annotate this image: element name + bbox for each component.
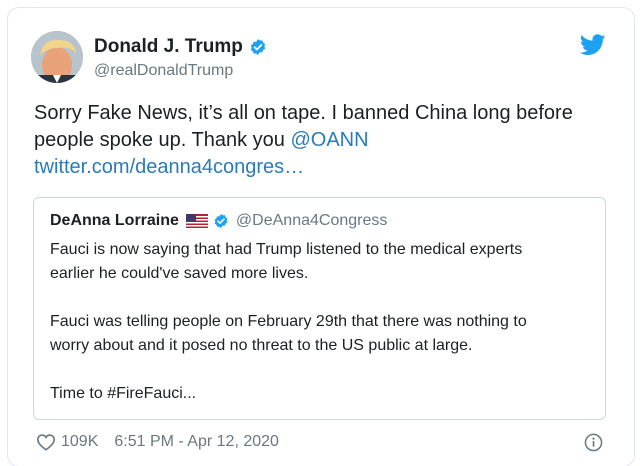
author-display-name[interactable]: Donald J. Trump — [94, 36, 243, 58]
like-count[interactable]: 109K — [61, 433, 98, 451]
quoted-text-line: Time to #FireFauci... — [50, 385, 197, 402]
info-icon[interactable] — [584, 433, 603, 452]
twitter-bird-icon[interactable] — [580, 34, 606, 56]
verified-badge-icon — [250, 39, 265, 55]
tweet-text-line: people spoke up. Thank you @OANN — [34, 127, 614, 154]
quoted-text-line: earlier he could've saved more lives. — [50, 265, 309, 282]
quoted-author-row: DeAnna Lorraine @DeAnna4Congress — [50, 211, 387, 231]
verified-badge-icon — [214, 214, 228, 228]
quoted-url-link[interactable]: twitter.com/deanna4congres… — [34, 154, 614, 181]
quoted-author-name: DeAnna Lorraine — [50, 212, 179, 229]
tweet-timestamp[interactable]: 6:51 PM - Apr 12, 2020 — [114, 433, 279, 451]
tweet-text: Sorry Fake News, it’s all on tape. I ban… — [34, 100, 614, 181]
tweet-footer: 109K 6:51 PM - Apr 12, 2020 — [36, 432, 279, 452]
author-avatar[interactable] — [31, 31, 83, 83]
quoted-text-line: Fauci is now saying that had Trump liste… — [50, 241, 523, 258]
quoted-tweet-card[interactable]: DeAnna Lorraine @DeAnna4Congress Fauci i… — [33, 197, 606, 420]
author-name-row[interactable]: Donald J. Trump — [94, 35, 267, 59]
quoted-tweet-text: Fauci is now saying that had Trump liste… — [50, 238, 595, 406]
quoted-author-handle: @DeAnna4Congress — [235, 212, 388, 229]
mention-link[interactable]: @OANN — [290, 129, 368, 151]
quoted-text-line: worry about and it posed no threat to th… — [50, 337, 473, 354]
tweet-text-line: Sorry Fake News, it’s all on tape. I ban… — [34, 102, 573, 124]
us-flag-icon — [185, 214, 208, 228]
tweet-text-fragment: people spoke up. Thank you — [34, 129, 291, 151]
author-handle[interactable]: @realDonaldTrump — [94, 62, 233, 80]
heart-icon[interactable] — [36, 433, 56, 451]
quoted-text-line: Fauci was telling people on February 29t… — [50, 313, 527, 330]
